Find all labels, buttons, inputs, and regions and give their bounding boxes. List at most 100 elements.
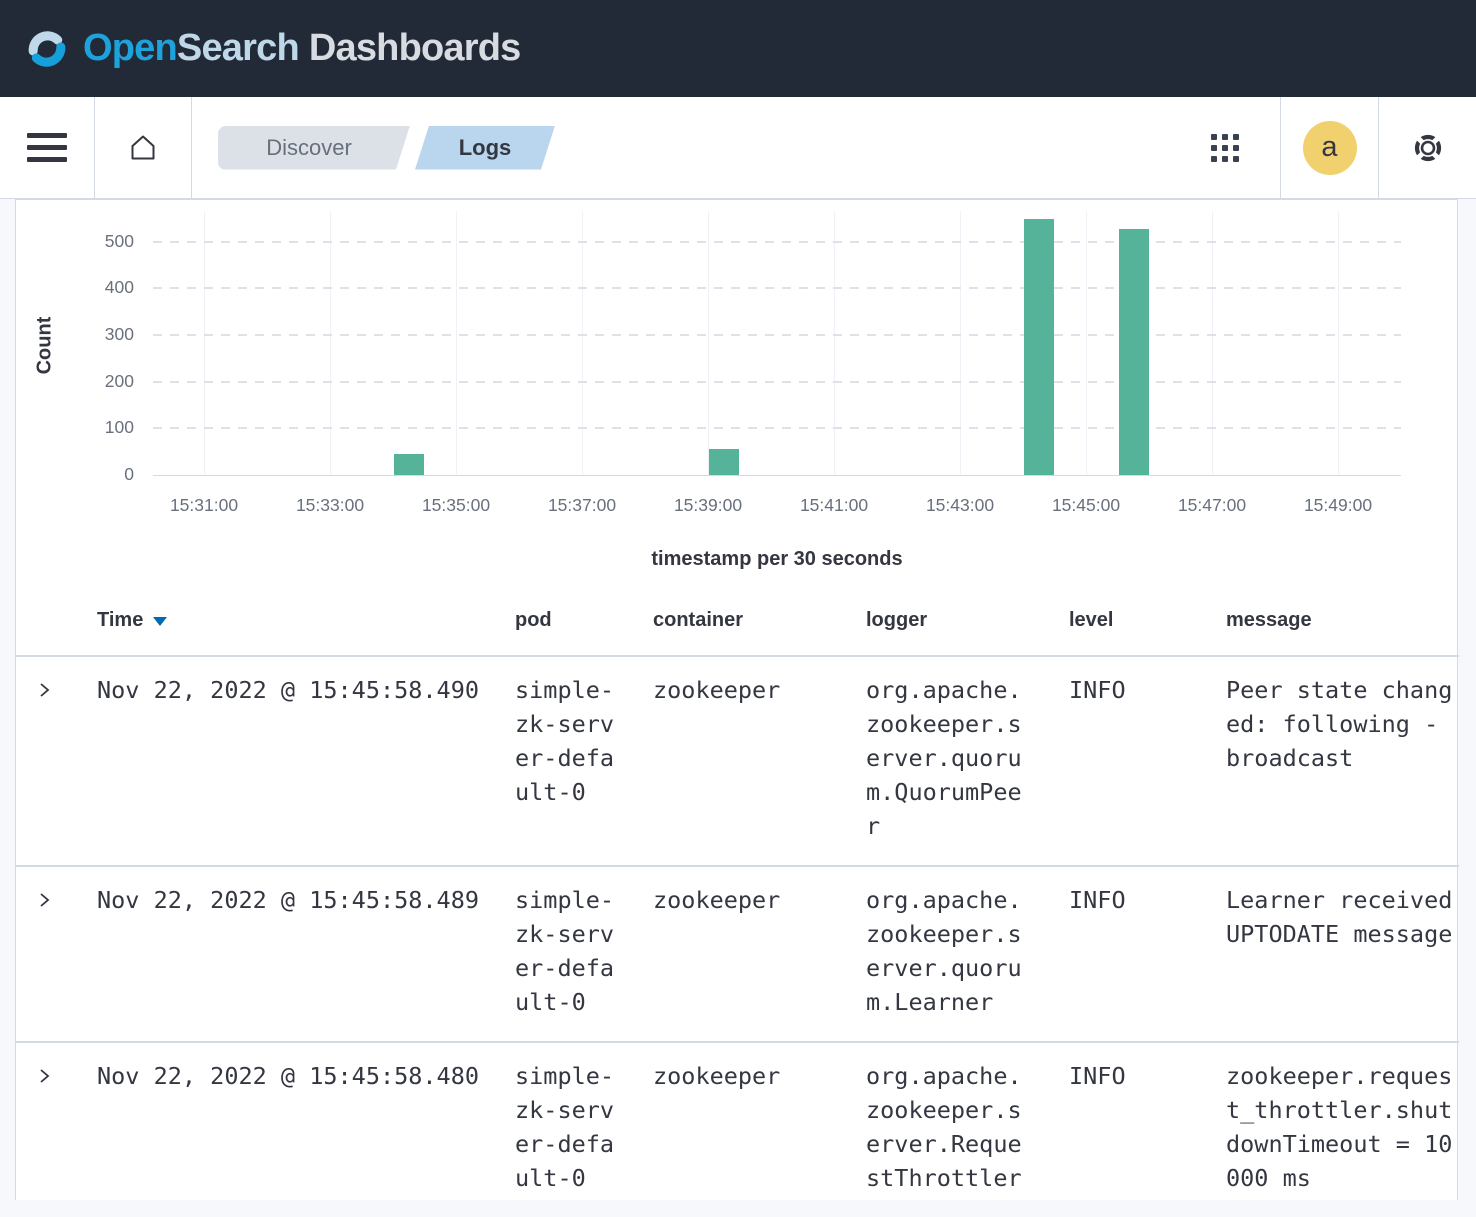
help-button[interactable] [1379, 97, 1476, 198]
x-tick-label: 15:33:00 [267, 495, 393, 516]
y-gridline [153, 241, 1401, 243]
nav-spacer [555, 97, 1170, 198]
logger-cell: org.apache.zookeeper.server.quorum.Learn… [851, 866, 1054, 1042]
column-header-logger[interactable]: logger [851, 586, 1054, 656]
sort-desc-icon[interactable] [153, 617, 167, 626]
brand-search: Search [177, 27, 299, 69]
nav-divider [191, 97, 192, 198]
x-tick-label: 15:37:00 [519, 495, 645, 516]
level-cell: INFO [1054, 1042, 1211, 1217]
brand-dashboards: Dashboards [309, 27, 521, 69]
expand-row-button[interactable] [37, 883, 52, 917]
level-value: INFO [1069, 883, 1211, 917]
x-gridline [456, 211, 457, 475]
home-button[interactable] [95, 97, 191, 198]
y-tick-label: 200 [54, 371, 134, 392]
pod-value: simple-zk-server-default-0 [515, 673, 623, 809]
y-gridline [153, 287, 1401, 289]
logger-value: org.apache.zookeeper.server.quorum.Quoru… [866, 673, 1032, 843]
column-header-level[interactable]: level [1054, 586, 1211, 656]
y-tick-label: 100 [54, 417, 134, 438]
y-tick-label: 500 [54, 231, 134, 252]
y-tick-label: 0 [54, 464, 134, 485]
x-axis-line [153, 475, 1401, 476]
histogram-bar[interactable] [709, 449, 739, 475]
brand-open: Open [83, 27, 177, 69]
documents-table-section: Time podcontainer logger level message Nov 2… [16, 586, 1457, 1217]
column-header-label: message [1226, 609, 1312, 631]
x-gridline [1338, 211, 1339, 475]
logger-cell: org.apache.zookeeper.server.RequestThrot… [851, 1042, 1054, 1217]
histogram-bar[interactable] [394, 454, 424, 475]
message-value: Learner received UPTODATE message [1226, 883, 1459, 951]
x-gridline [708, 211, 709, 475]
level-value: INFO [1069, 673, 1211, 707]
help-life-ring-icon [1413, 133, 1443, 163]
column-header-container[interactable]: container [638, 586, 851, 656]
y-axis-title: Count [34, 246, 57, 446]
pod-value: simple-zk-server-default-0 [515, 1059, 623, 1195]
pod-cell: simple-zk-server-default-0 [500, 866, 638, 1042]
opensearch-logo-icon [24, 26, 70, 72]
container-value: zookeeper [653, 883, 851, 917]
x-tick-label: 15:31:00 [141, 495, 267, 516]
opensearch-logo[interactable]: OpenSearchDashboards [24, 26, 521, 72]
brand-title: OpenSearchDashboards [83, 27, 521, 70]
y-tick-label: 300 [54, 324, 134, 345]
column-header-pod[interactable]: pod [500, 586, 638, 656]
documents-table: Time podcontainer logger level message Nov 2… [16, 586, 1459, 1217]
breadcrumb-discover[interactable]: Discover [218, 126, 410, 170]
hamburger-icon [27, 133, 67, 162]
level-cell: INFO [1054, 656, 1211, 866]
chevron-right-icon [37, 890, 52, 910]
column-header-label: Time [97, 609, 143, 631]
container-cell: zookeeper [638, 866, 851, 1042]
level-cell: INFO [1054, 866, 1211, 1042]
expand-cell [16, 656, 82, 866]
x-gridline [1212, 211, 1213, 475]
column-header-message[interactable]: message [1211, 586, 1459, 656]
x-tick-label: 15:47:00 [1149, 495, 1275, 516]
pod-value: simple-zk-server-default-0 [515, 883, 623, 1019]
apps-grid-button[interactable] [1170, 97, 1280, 198]
avatar-button[interactable]: a [1281, 97, 1378, 198]
x-axis-title: timestamp per 30 seconds [153, 548, 1401, 571]
expand-cell [16, 1042, 82, 1217]
x-tick-label: 15:49:00 [1275, 495, 1401, 516]
table-header-row: Time podcontainer logger level message [16, 586, 1459, 656]
time-value: Nov 22, 2022 @ 15:45:58.489 [97, 883, 500, 917]
container-value: zookeeper [653, 1059, 851, 1093]
log-row: Nov 22, 2022 @ 15:45:58.489 simple-zk-ser… [16, 866, 1459, 1042]
pod-cell: simple-zk-server-default-0 [500, 1042, 638, 1217]
menu-button[interactable] [0, 97, 94, 198]
level-value: INFO [1069, 1059, 1211, 1093]
container-value: zookeeper [653, 673, 851, 707]
container-cell: zookeeper [638, 1042, 851, 1217]
column-header-time[interactable]: Time [82, 586, 500, 656]
histogram-bar[interactable] [1119, 229, 1149, 475]
logger-value: org.apache.zookeeper.server.RequestThrot… [866, 1059, 1032, 1195]
expand-row-button[interactable] [37, 673, 52, 707]
x-tick-label: 15:39:00 [645, 495, 771, 516]
chevron-right-icon [37, 680, 52, 700]
message-cell: Learner received UPTODATE message [1211, 866, 1459, 1042]
chevron-right-icon [37, 1066, 52, 1086]
x-gridline [960, 211, 961, 475]
expand-row-button[interactable] [37, 1059, 52, 1093]
log-row: Nov 22, 2022 @ 15:45:58.490simple-zk-ser… [16, 656, 1459, 866]
column-header-label: logger [866, 609, 927, 631]
x-gridline [330, 211, 331, 475]
y-gridline [153, 427, 1401, 429]
x-tick-label: 15:41:00 [771, 495, 897, 516]
time-cell: Nov 22, 2022 @ 15:45:58.480 [82, 1042, 500, 1217]
message-cell: zookeeper.request_throttler.shutdownTime… [1211, 1042, 1459, 1217]
logger-cell: org.apache.zookeeper.server.quorum.Quoru… [851, 656, 1054, 866]
message-value: Peer state changed: following - broadcas… [1226, 673, 1459, 775]
x-tick-label: 15:45:00 [1023, 495, 1149, 516]
app-header: OpenSearchDashboards [0, 0, 1476, 97]
expand-column-header [16, 586, 82, 656]
x-tick-label: 15:35:00 [393, 495, 519, 516]
histogram-bar[interactable] [1024, 219, 1054, 475]
breadcrumb-logs: Logs [415, 126, 555, 170]
apps-grid-icon [1211, 134, 1239, 162]
